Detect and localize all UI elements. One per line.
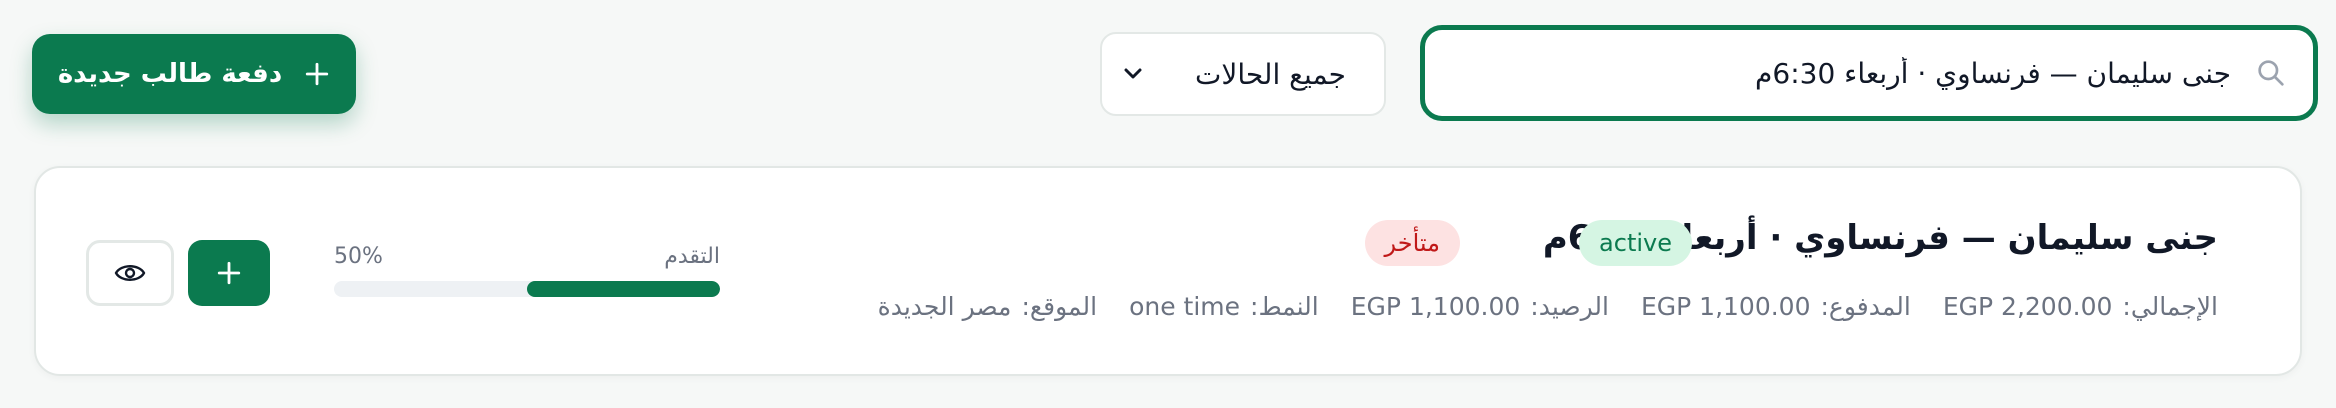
batch-card: جنى سليمان — فرنساوي · أربعاء 6:30م acti…: [34, 166, 2302, 376]
plus-icon: [306, 62, 329, 86]
search-box[interactable]: [1420, 25, 2318, 121]
new-student-batch-label: دفعة طالب جديدة: [57, 59, 283, 89]
batch-meta: الإجمالي:EGP 2,200.00 المدفوع:EGP 1,100.…: [878, 292, 2218, 321]
search-input[interactable]: [1455, 56, 2231, 90]
status-badge: active: [1579, 220, 1692, 266]
meta-pattern: النمط:one time: [1129, 292, 1319, 321]
meta-total: الإجمالي:EGP 2,200.00: [1942, 292, 2218, 321]
search-icon: [2258, 60, 2284, 86]
progress-label: التقدم: [664, 244, 720, 269]
progress-track: [334, 281, 720, 297]
progress-percent: 50%: [334, 244, 383, 269]
progress-fill: [527, 281, 720, 297]
new-student-batch-button[interactable]: دفعة طالب جديدة: [32, 34, 356, 114]
progress: التقدم 50%: [334, 244, 720, 297]
plus-icon: [217, 261, 241, 285]
meta-paid: المدفوع:EGP 1,100.00: [1640, 292, 1911, 321]
view-button[interactable]: [86, 240, 174, 306]
chevron-down-icon: [1124, 68, 1142, 79]
add-payment-button[interactable]: [188, 240, 270, 306]
late-badge: متأخر: [1364, 220, 1460, 266]
meta-balance: الرصيد:EGP 1,100.00: [1350, 292, 1609, 321]
eye-icon: [114, 265, 146, 281]
status-filter-select[interactable]: جميع الحالات: [1100, 32, 1386, 116]
status-filter-value: جميع الحالات: [1195, 57, 1346, 91]
students-payments-page: جميع الحالات دفعة طالب جديدة جنى سليمان …: [0, 0, 2336, 408]
meta-location: الموقع:مصر الجديدة: [877, 292, 1098, 321]
